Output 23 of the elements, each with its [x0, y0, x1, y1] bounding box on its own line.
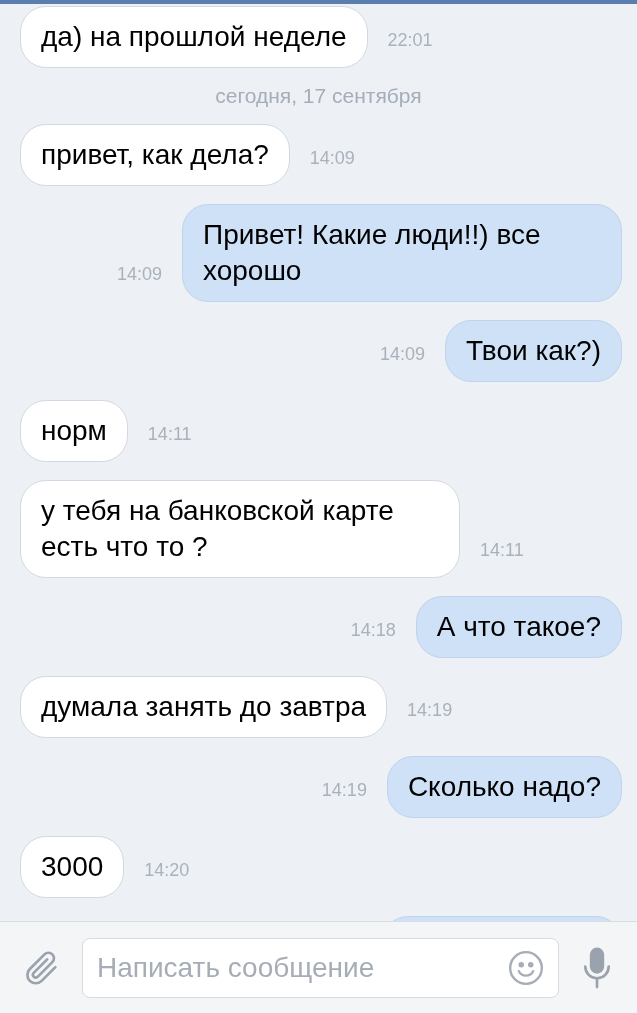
- message-time: 14:09: [379, 342, 425, 366]
- message-time: 14:09: [309, 146, 355, 170]
- message-bubble: Привет! Какие люди!!) все хорошо: [182, 203, 622, 302]
- message-time: 22:01: [387, 29, 433, 52]
- message-input[interactable]: Написать сообщение: [82, 937, 559, 998]
- smiley-icon[interactable]: [507, 948, 545, 987]
- message-time: 14:20: [144, 858, 190, 882]
- message-time: 14:19: [407, 698, 453, 722]
- message-bubble: привет, как дела?: [20, 123, 290, 186]
- message-bubble: думала занять до завтра: [20, 675, 388, 738]
- message-time: 14:18: [350, 618, 396, 642]
- message-bubble: да) на прошлой неделе: [20, 6, 368, 68]
- message-bubble: А что такое?: [415, 595, 622, 658]
- message-bubble: у тебя на банковской карте есть что то ?: [20, 479, 460, 578]
- message-time: 14:11: [147, 422, 192, 446]
- message-bubble: Твои как?): [445, 319, 622, 382]
- message-bubble: Сколько надо?: [386, 755, 622, 818]
- message-bubble: норм: [20, 399, 128, 462]
- message-time: 14:09: [116, 262, 162, 286]
- message-bubble: 3000: [20, 835, 125, 898]
- message-time: 14:11: [480, 538, 524, 562]
- message-time: 14:19: [321, 778, 367, 802]
- date-separator: сегодня, 17 сентября: [215, 83, 422, 109]
